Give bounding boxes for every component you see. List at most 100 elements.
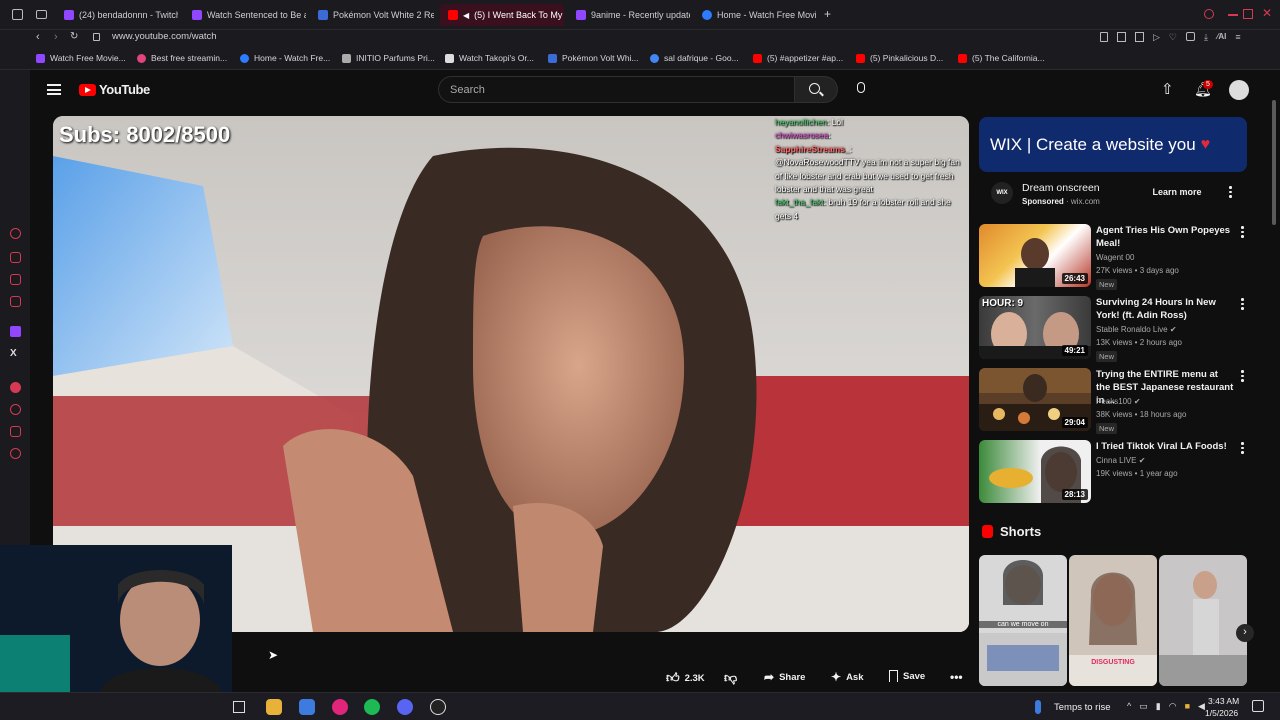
- avatar[interactable]: [1229, 80, 1249, 100]
- bookmark[interactable]: Watch Free Movie...: [36, 53, 126, 63]
- bookmark[interactable]: Home - Watch Fre...: [240, 53, 330, 63]
- spotify-icon[interactable]: [364, 699, 380, 715]
- learn-more-button[interactable]: Learn more: [1146, 183, 1208, 201]
- obs-icon[interactable]: [430, 699, 446, 715]
- clock-date[interactable]: 1/5/2026: [1205, 708, 1238, 718]
- network-icon[interactable]: ▭: [1139, 701, 1148, 712]
- history-icon[interactable]: [10, 228, 21, 239]
- store-icon[interactable]: [299, 699, 315, 715]
- forward-icon[interactable]: ›: [54, 31, 58, 43]
- video-title[interactable]: Surviving 24 Hours In New York! (ft. Adi…: [1096, 296, 1234, 322]
- channel-name[interactable]: Stable Ronaldo Live ✔: [1096, 325, 1177, 334]
- clock-icon[interactable]: [10, 404, 21, 415]
- shorts-next-button[interactable]: ›: [1236, 624, 1254, 642]
- reload-icon[interactable]: ↻: [70, 31, 78, 42]
- bookmark[interactable]: Pokémon Volt Whi...: [548, 53, 639, 63]
- recommended-video[interactable]: 26:43 Agent Tries His Own Popeyes Meal! …: [979, 224, 1247, 290]
- x-icon[interactable]: X: [10, 348, 17, 359]
- weather-icon[interactable]: [1035, 700, 1041, 714]
- browser-tab[interactable]: (24) bendadonnn - Twitch: [56, 4, 178, 26]
- opera-gx-icon[interactable]: [332, 699, 348, 715]
- capture-icon[interactable]: [1135, 32, 1144, 42]
- heart-icon[interactable]: ♡: [1169, 32, 1177, 46]
- search-button[interactable]: [795, 76, 838, 103]
- channel-name[interactable]: Wagent 00: [1096, 253, 1134, 262]
- ai-icon[interactable]: ⁄AI: [1217, 32, 1226, 46]
- recommended-video[interactable]: 29:04 Trying the ENTIRE menu at the BEST…: [979, 368, 1247, 434]
- browser-tab-active[interactable]: ◀ (5) I Went Back To My: [440, 4, 564, 26]
- volume-icon[interactable]: ◀: [1198, 701, 1205, 712]
- bookmark[interactable]: INITIO Parfums Pri...: [342, 53, 435, 63]
- save-button[interactable]: Save: [889, 670, 925, 682]
- downloads-icon[interactable]: [10, 252, 21, 263]
- opera-icon[interactable]: [10, 382, 21, 393]
- share-button[interactable]: ➦ Share: [764, 670, 805, 684]
- mail-icon[interactable]: [10, 296, 21, 307]
- recommended-video[interactable]: 28:13 I Tried Tiktok Viral LA Foods! Cin…: [979, 440, 1247, 504]
- more-options-icon[interactable]: [1238, 440, 1246, 454]
- hamburger-menu-icon[interactable]: [47, 84, 61, 95]
- like-button[interactable]: 👍︎ 2.3K: [666, 670, 705, 686]
- more-options-icon[interactable]: [1238, 368, 1246, 382]
- page-scrollbar[interactable]: [1272, 100, 1276, 225]
- ad-title[interactable]: Dream onscreen: [1022, 182, 1100, 194]
- dislike-button[interactable]: 👎︎: [724, 670, 737, 686]
- video-thumbnail[interactable]: 28:13: [979, 440, 1091, 503]
- clock-time[interactable]: 3:43 AM: [1208, 696, 1239, 706]
- browser-tab[interactable]: 9anime - Recently update: [568, 4, 690, 26]
- new-tab-button[interactable]: +: [824, 7, 831, 21]
- notes-icon[interactable]: [10, 274, 21, 285]
- more-actions-button[interactable]: •••: [950, 670, 963, 684]
- extensions-icon[interactable]: [10, 426, 21, 437]
- close-window-button[interactable]: ✕: [1262, 6, 1272, 20]
- play-icon[interactable]: ▷: [1153, 32, 1160, 46]
- microphone-icon[interactable]: ▮: [1156, 701, 1161, 712]
- short-card[interactable]: DISGUSTING: [1069, 555, 1157, 686]
- file-explorer-icon[interactable]: [266, 699, 282, 715]
- pin-icon[interactable]: [1100, 32, 1108, 42]
- bookmark[interactable]: Best free streamin...: [137, 53, 227, 63]
- short-card[interactable]: [1159, 555, 1247, 686]
- wallet-icon[interactable]: [1186, 32, 1195, 41]
- discord-icon[interactable]: [397, 699, 413, 715]
- notification-center-icon[interactable]: [1252, 700, 1264, 712]
- channel-name[interactable]: Peaks100 ✔: [1096, 397, 1141, 406]
- task-view-icon[interactable]: [233, 701, 245, 713]
- bookmark[interactable]: (5) #appetizer #ap...: [753, 53, 843, 63]
- browser-tab[interactable]: Home - Watch Free Movie: [694, 4, 816, 26]
- settings-icon[interactable]: [10, 448, 21, 459]
- voice-search-icon[interactable]: [857, 82, 865, 93]
- upload-icon[interactable]: ⇧: [1161, 80, 1174, 98]
- chevron-up-icon[interactable]: ^: [1127, 701, 1131, 712]
- bookmark[interactable]: sal dafrique - Goo...: [650, 53, 739, 63]
- video-thumbnail[interactable]: HOUR: 9 49:21: [979, 296, 1091, 359]
- bookmark[interactable]: Watch Takopi's Or...: [445, 53, 534, 63]
- youtube-logo[interactable]: YouTube: [79, 82, 150, 97]
- weather-text[interactable]: Temps to rise: [1054, 702, 1111, 713]
- twitch-icon[interactable]: [10, 326, 21, 337]
- short-card[interactable]: can we move on: [979, 555, 1067, 686]
- channel-name[interactable]: Cinna LIVE ✔: [1096, 456, 1145, 465]
- maximize-button[interactable]: [1243, 9, 1253, 19]
- browser-tab[interactable]: Pokémon Volt White 2 Re: [310, 4, 434, 26]
- tab-overview-icon[interactable]: [36, 10, 47, 19]
- recommended-video[interactable]: HOUR: 9 49:21 Surviving 24 Hours In New …: [979, 296, 1247, 362]
- video-thumbnail[interactable]: 29:04: [979, 368, 1091, 431]
- ask-button[interactable]: ✦ Ask: [831, 670, 864, 684]
- ad-banner[interactable]: WIX | Create a website you ♥: [979, 117, 1247, 172]
- video-thumbnail[interactable]: 26:43: [979, 224, 1091, 287]
- wifi-icon[interactable]: ◠: [1169, 701, 1177, 712]
- browser-tab[interactable]: Watch Sentenced to Be a: [184, 4, 306, 26]
- back-icon[interactable]: ‹: [36, 31, 40, 43]
- ad-more-icon[interactable]: [1226, 186, 1234, 198]
- menu-icon[interactable]: ≡: [1235, 32, 1240, 46]
- video-title[interactable]: I Tried Tiktok Viral LA Foods!: [1096, 440, 1234, 453]
- url-field[interactable]: www.youtube.com/watch: [112, 31, 217, 42]
- bookmark[interactable]: (5) The California...: [958, 53, 1045, 63]
- search-input[interactable]: Search: [438, 76, 795, 103]
- minimize-button[interactable]: [1228, 14, 1238, 16]
- search-tabs-icon[interactable]: [1204, 9, 1214, 19]
- video-title[interactable]: Agent Tries His Own Popeyes Meal!: [1096, 224, 1234, 250]
- sidebar-icon[interactable]: [1117, 32, 1126, 42]
- more-options-icon[interactable]: [1238, 296, 1246, 310]
